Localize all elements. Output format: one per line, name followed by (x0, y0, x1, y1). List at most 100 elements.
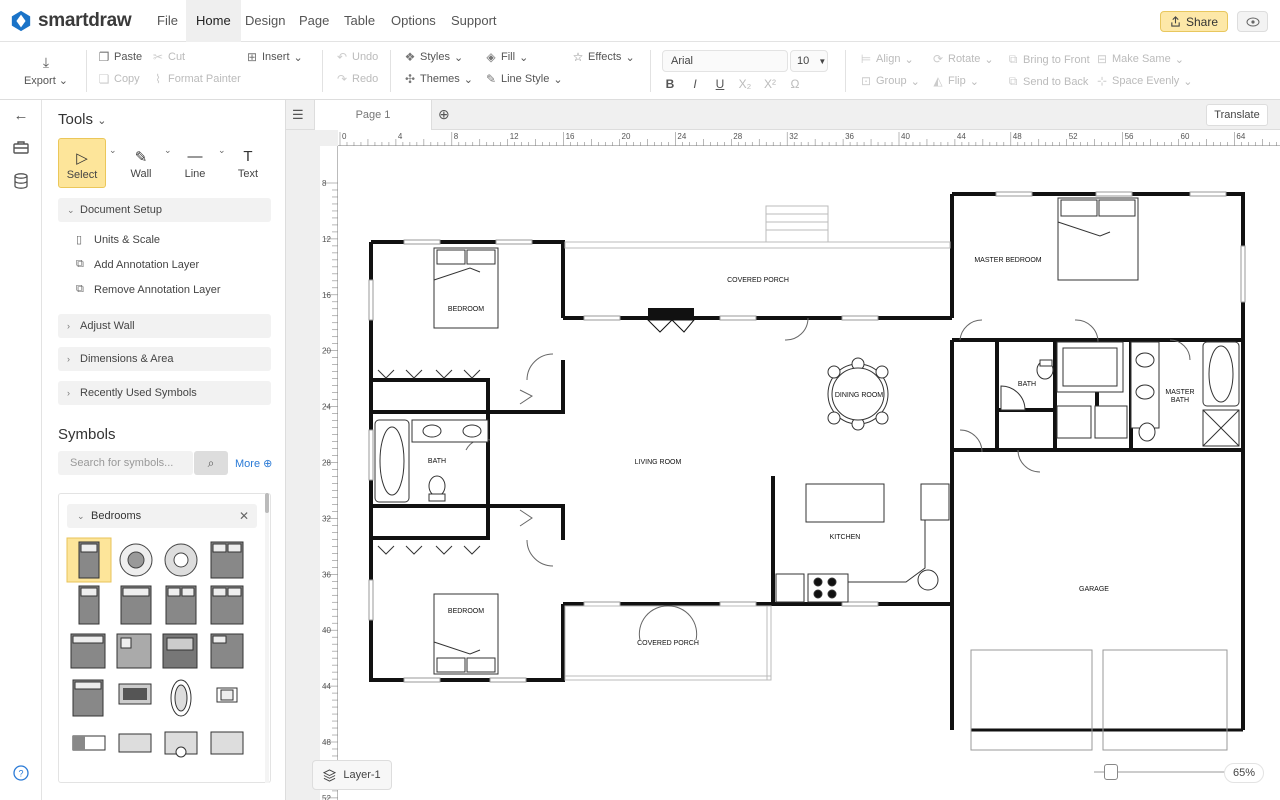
insert-button[interactable]: ⊞ Insert ⌄ (246, 50, 303, 64)
ruler-top-label: 20 (622, 132, 631, 141)
styles-button[interactable]: ❖ Styles ⌄ (404, 50, 464, 64)
export-button[interactable]: ⤓ Export ⌄ (22, 54, 70, 87)
menu-home[interactable]: Home (186, 0, 241, 42)
chevron-down-icon: ⌄ (67, 205, 75, 215)
styles-label: Styles (420, 51, 450, 63)
library-scroll-thumb[interactable] (265, 493, 269, 513)
symbol-search-input[interactable]: Search for symbols... (58, 451, 193, 475)
symbol-single-bed[interactable] (66, 537, 112, 583)
add-page-icon[interactable]: ⊕ (438, 106, 450, 123)
tools-title[interactable]: Tools ⌄ (58, 111, 106, 128)
close-icon[interactable]: ✕ (239, 504, 249, 528)
font-size-select[interactable]: 10 ▼ (790, 50, 828, 72)
menu-file[interactable]: File (147, 0, 188, 42)
bold-button[interactable]: B (663, 77, 677, 91)
group-button[interactable]: ⊡ Group ⌄ (860, 74, 920, 88)
italic-button[interactable]: I (688, 77, 702, 91)
tool-line[interactable]: — Line (171, 138, 219, 188)
symbol-desk[interactable] (164, 731, 198, 758)
tool-select-menu-icon[interactable]: ⌄ (109, 145, 117, 156)
fill-button[interactable]: ◈ Fill ⌄ (485, 50, 528, 64)
line-style-button[interactable]: ✎ Line Style ⌄ (485, 72, 563, 86)
themes-button[interactable]: ✣ Themes ⌄ (404, 72, 473, 86)
recently-used-symbols-section[interactable]: › Recently Used Symbols (58, 381, 271, 405)
paste-button[interactable]: ❐ Paste (98, 50, 143, 64)
share-button[interactable]: Share (1160, 11, 1228, 32)
symbol-full-bed[interactable] (120, 585, 152, 625)
space-evenly-button[interactable]: ⊹ Space Evenly ⌄ (1096, 74, 1193, 88)
menu-options[interactable]: Options (381, 0, 446, 42)
bedrooms-library-header[interactable]: ⌄ Bedrooms ✕ (67, 504, 257, 528)
align-button[interactable]: ⊨ Align ⌄ (860, 52, 914, 66)
database-icon[interactable] (11, 173, 31, 193)
symbol-button[interactable]: Ω (788, 77, 802, 91)
search-button[interactable]: ⌕ (194, 451, 228, 475)
translate-button[interactable]: Translate (1206, 104, 1268, 126)
page-list-icon[interactable]: ☰ (292, 107, 304, 123)
tool-select[interactable]: ▷ Select (58, 138, 106, 188)
flip-button[interactable]: ◭ Flip ⌄ (932, 74, 979, 88)
flip-label: Flip (948, 75, 966, 87)
adjust-wall-section[interactable]: › Adjust Wall (58, 314, 271, 338)
effects-button[interactable]: ☆ Effects ⌄ (572, 50, 635, 64)
symbol-queen-bed[interactable] (165, 585, 197, 625)
cut-button[interactable]: ✂ Cut (152, 50, 185, 64)
zoom-slider-handle[interactable] (1104, 764, 1118, 780)
superscript-button[interactable]: X² (763, 77, 777, 91)
more-symbols-link[interactable]: More ⊕ (235, 457, 272, 470)
make-same-button[interactable]: ⊟ Make Same ⌄ (1096, 52, 1184, 66)
layer-button[interactable]: Layer-1 (312, 760, 392, 790)
symbol-double-bed[interactable] (210, 541, 244, 579)
zoom-value[interactable]: 65% (1224, 763, 1264, 783)
tool-text[interactable]: T Text (224, 138, 272, 188)
symbol-bed-side[interactable] (72, 679, 104, 717)
undo-button[interactable]: ↶ Undo (336, 50, 378, 64)
ruler-top-label: 28 (733, 132, 742, 141)
symbol-wardrobe[interactable] (210, 731, 244, 755)
tab-page-1[interactable]: Page 1 (314, 100, 432, 130)
symbol-bench[interactable] (72, 735, 106, 751)
menu-page[interactable]: Page (289, 0, 339, 42)
underline-button[interactable]: U (713, 77, 727, 91)
menu-table[interactable]: Table (334, 0, 385, 42)
help-icon[interactable]: ? (11, 765, 31, 785)
symbol-dresser[interactable] (118, 683, 152, 705)
floor-plan[interactable]: COVERED PORCH MASTER BEDROOM BEDROOM DIN… (338, 146, 1280, 800)
drawing-page[interactable]: COVERED PORCH MASTER BEDROOM BEDROOM DIN… (338, 146, 1280, 800)
symbol-round-rug[interactable] (164, 543, 198, 577)
bring-to-front-button[interactable]: ⧉ Bring to Front (1007, 52, 1090, 67)
copy-button[interactable]: ❏ Copy (98, 72, 140, 86)
send-to-back-button[interactable]: ⧉ Send to Back (1007, 74, 1089, 89)
library-scrollbar[interactable] (265, 493, 269, 783)
ruler-left-label: 24 (322, 403, 331, 412)
canvas-area[interactable]: 048121620242832364044485256606468 812162… (286, 130, 1280, 800)
subscript-button[interactable]: X₂ (738, 77, 752, 91)
dimensions-area-section[interactable]: › Dimensions & Area (58, 347, 271, 371)
symbol-twin-bed[interactable] (78, 585, 100, 625)
units-scale-item[interactable]: ▯ Units & Scale (76, 233, 160, 247)
font-family-select[interactable]: Arial (662, 50, 788, 72)
app-logo[interactable]: smartdraw (10, 10, 132, 32)
menu-support[interactable]: Support (441, 0, 507, 42)
redo-button[interactable]: ↷ Redo (336, 72, 378, 86)
remove-annotation-layer-item[interactable]: ⧉ Remove Annotation Layer (76, 283, 221, 296)
symbol-bed-nightstands[interactable] (70, 633, 106, 669)
symbol-bunk-bed[interactable] (116, 633, 152, 669)
symbol-chair[interactable] (216, 687, 238, 703)
app-name: smartdraw (38, 10, 132, 31)
format-painter-button[interactable]: ⌇ Format Painter (152, 72, 241, 86)
symbol-oval-rug[interactable] (170, 679, 192, 717)
symbol-daybed[interactable] (162, 633, 198, 669)
rotate-button[interactable]: ⟳ Rotate ⌄ (932, 52, 994, 66)
toolbox-icon[interactable] (11, 140, 31, 160)
menu-design[interactable]: Design (235, 0, 295, 42)
symbol-bed-set[interactable] (210, 633, 244, 669)
document-setup-section[interactable]: ⌄ Document Setup (58, 198, 271, 222)
tool-wall[interactable]: ✎ Wall (117, 138, 165, 188)
symbol-round-table[interactable] (119, 543, 153, 577)
symbol-king-bed[interactable] (210, 585, 244, 625)
preview-button[interactable] (1237, 11, 1268, 32)
back-arrow-icon[interactable]: ← (11, 107, 31, 127)
symbol-chest[interactable] (118, 733, 152, 753)
add-annotation-layer-item[interactable]: ⧉ Add Annotation Layer (76, 258, 199, 271)
